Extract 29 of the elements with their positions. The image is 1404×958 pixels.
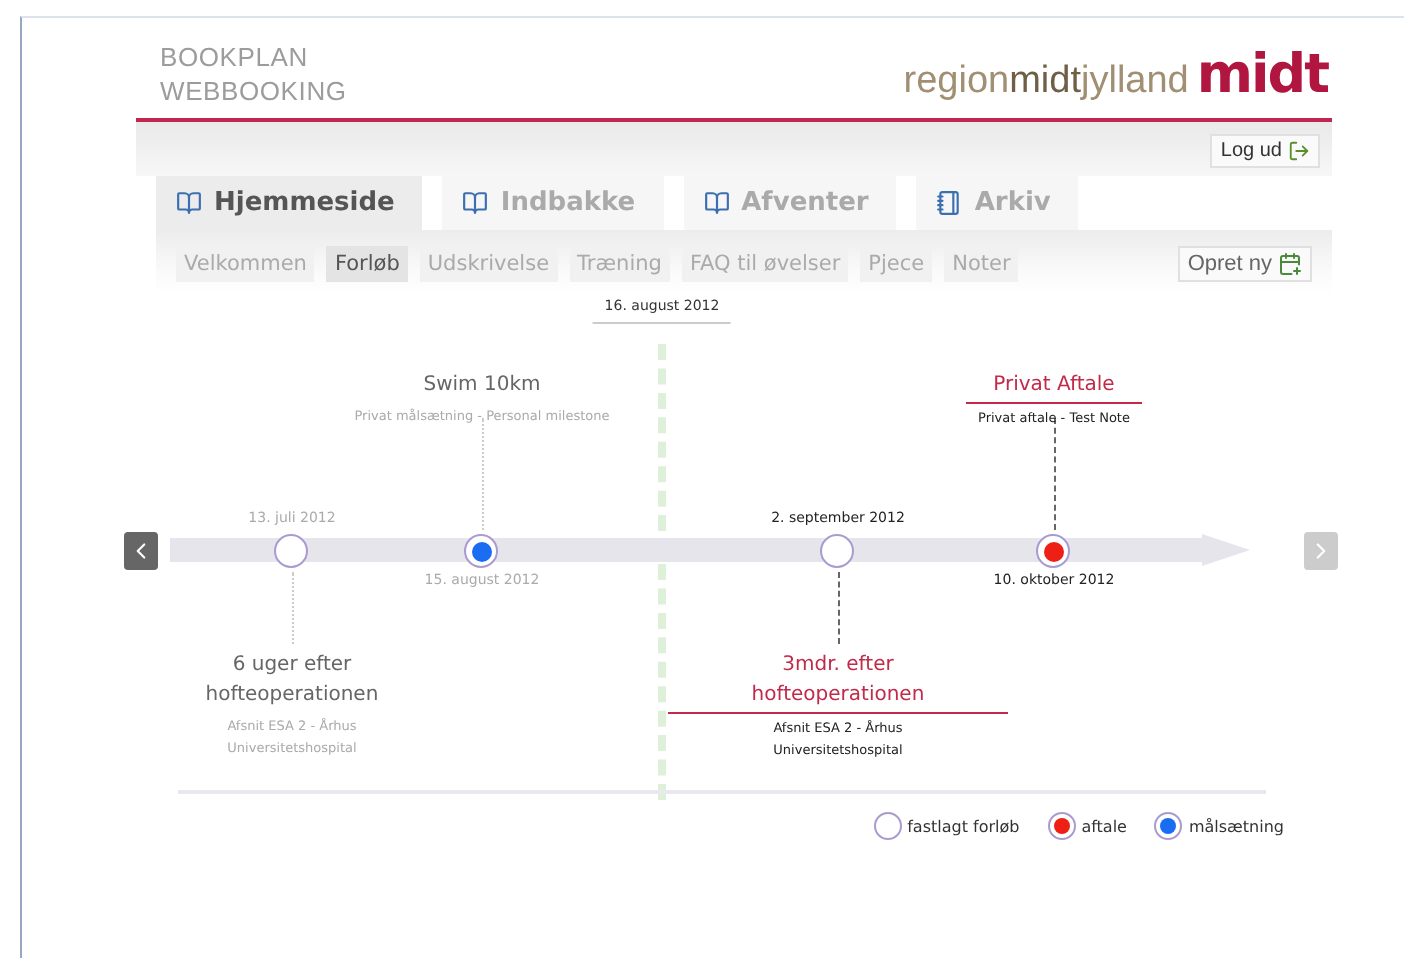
legend-label: aftale [1081, 817, 1127, 835]
logo-mark: midt [1196, 44, 1328, 106]
nav-tab[interactable]: Indbakke [442, 176, 664, 230]
hollow-marker[interactable] [274, 534, 308, 568]
nav-tab[interactable]: Hjemmeside [156, 176, 423, 230]
filled-marker[interactable] [464, 534, 498, 568]
calendar-add-icon [1278, 252, 1302, 276]
logo-text: regionmidtjylland [903, 60, 1189, 104]
app-name: BOOKPLAN [160, 42, 310, 72]
event-title: Swim 10km [421, 372, 543, 400]
legend-label: målsætning [1188, 817, 1284, 835]
nav-tab[interactable]: Afventer [683, 176, 897, 230]
event-title: Privat Aftale [965, 370, 1143, 404]
previous-button[interactable] [124, 532, 158, 570]
app-name: WEBBOOKING [160, 76, 347, 106]
book-icon [176, 190, 202, 216]
hollow-marker[interactable] [820, 534, 854, 568]
logout-icon [1288, 140, 1310, 162]
create-button[interactable]: Opret ny [1177, 246, 1312, 282]
event-title: 6 uger efter hofteoperationen [203, 652, 381, 710]
legend-label: fastlagt forløb [907, 817, 1020, 835]
event-title: 3mdr. efter hofteoperationen [668, 650, 1008, 714]
notebook-icon [936, 190, 963, 216]
subnav-tab[interactable]: Forløb [326, 246, 408, 282]
nav-tab[interactable]: Arkiv [916, 176, 1079, 230]
book-icon [703, 190, 730, 216]
book-icon [462, 190, 489, 216]
logout-button[interactable]: Log ud [1210, 134, 1320, 168]
filled-marker[interactable] [1036, 534, 1070, 568]
